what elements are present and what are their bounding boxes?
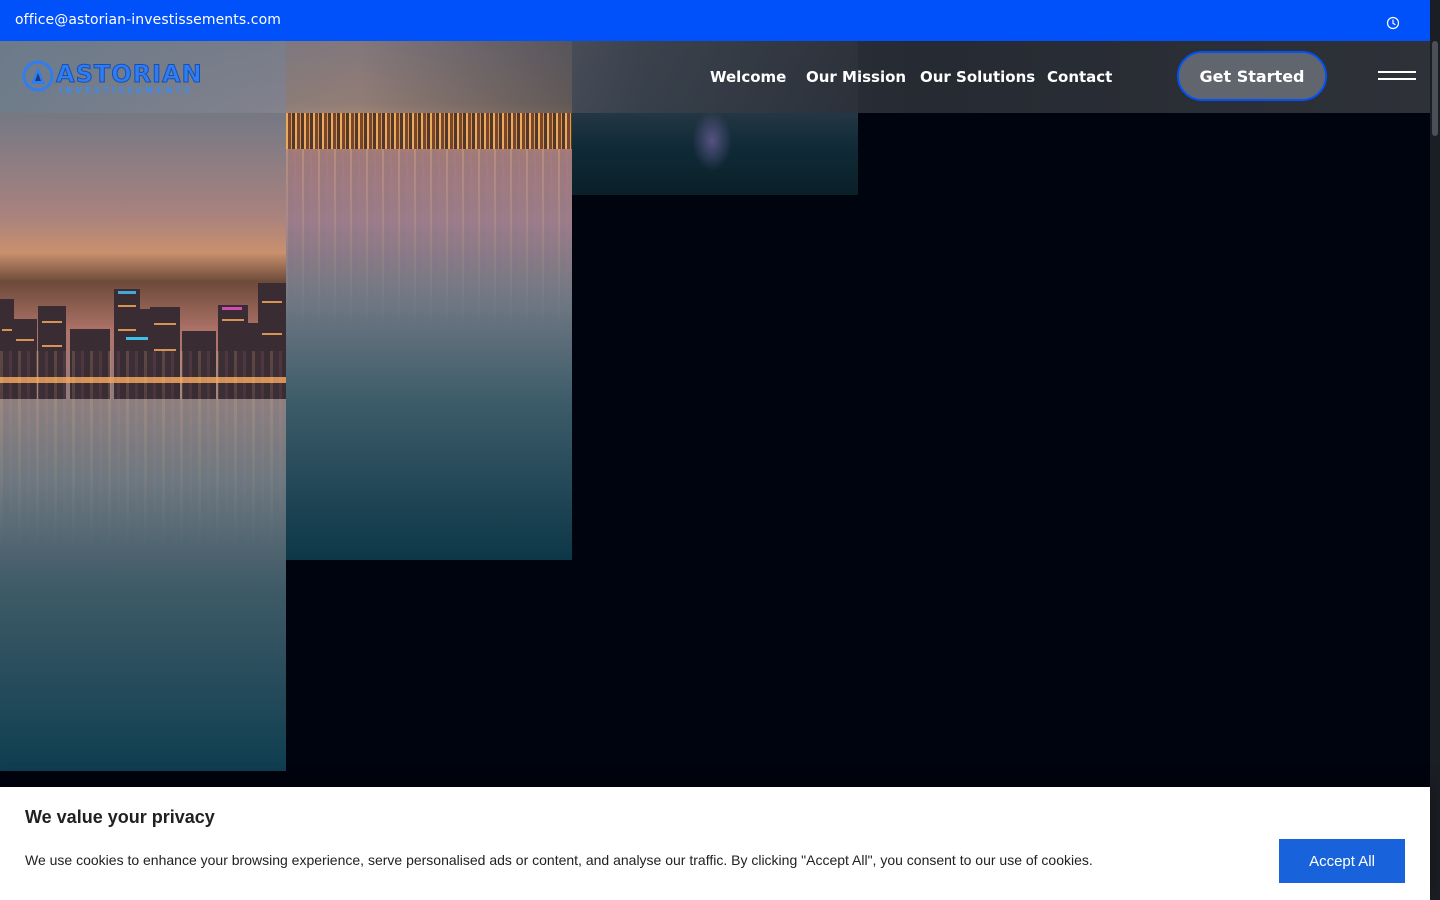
site-header: ASTORIAN INVESTISSEMENTS Welcome Our Mis… xyxy=(0,41,1430,113)
nav-item-welcome[interactable]: Welcome xyxy=(710,68,786,86)
nav-item-our-solutions[interactable]: Our Solutions xyxy=(920,68,1035,86)
hero-image-panel-2 xyxy=(286,41,572,560)
top-contact-bar: office@astorian-investissements.com xyxy=(0,0,1440,41)
page-scrollbar[interactable] xyxy=(1430,0,1440,900)
brand-logo[interactable]: ASTORIAN INVESTISSEMENTS xyxy=(22,58,202,98)
nav-item-our-mission[interactable]: Our Mission xyxy=(806,68,906,86)
cookie-consent-banner: We value your privacy We use cookies to … xyxy=(0,787,1430,900)
nav-item-contact[interactable]: Contact xyxy=(1047,68,1112,86)
light-reflection xyxy=(692,111,732,171)
clock-icon xyxy=(1386,16,1400,30)
water-reflection xyxy=(286,149,572,329)
logo-a-icon xyxy=(22,60,54,92)
brand-name: ASTORIAN xyxy=(56,60,203,89)
contact-email-link[interactable]: office@astorian-investissements.com xyxy=(15,12,281,28)
accept-all-button[interactable]: Accept All xyxy=(1279,839,1405,883)
hero-image-panel-1 xyxy=(0,41,286,771)
water-reflection xyxy=(0,351,286,551)
get-started-button[interactable]: Get Started xyxy=(1177,51,1327,101)
cookie-banner-title: We value your privacy xyxy=(25,807,215,827)
brand-tagline: INVESTISSEMENTS xyxy=(59,86,194,95)
scrollbar-thumb[interactable] xyxy=(1432,41,1438,136)
city-lights-strip xyxy=(286,113,572,149)
cookie-banner-text: We use cookies to enhance your browsing … xyxy=(25,852,1093,868)
hamburger-icon[interactable] xyxy=(1378,69,1416,83)
